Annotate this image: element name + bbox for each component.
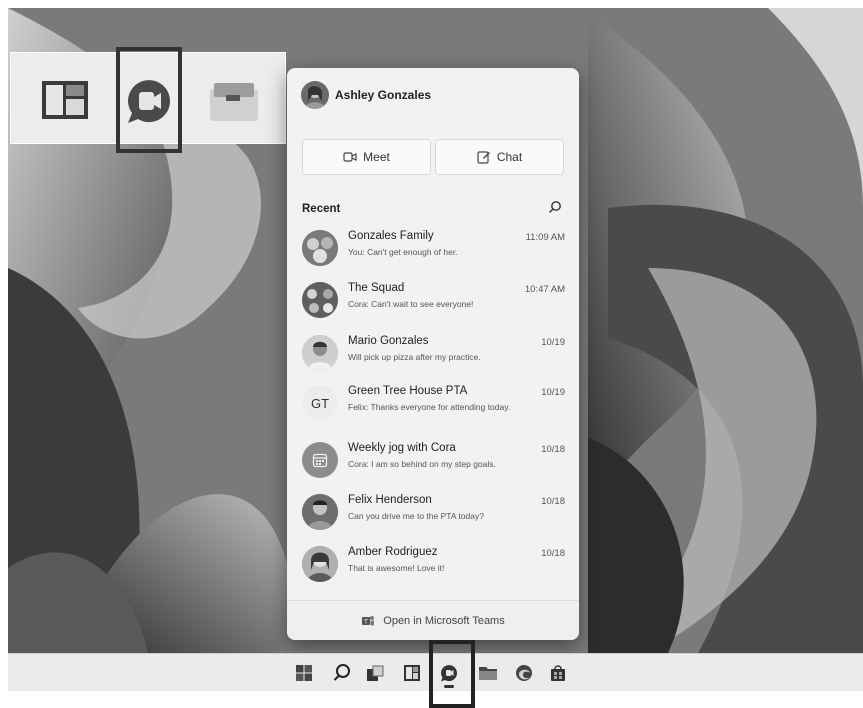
- meet-label: Meet: [363, 150, 390, 164]
- avatar-initials: GT: [310, 395, 330, 411]
- chat-name: Felix Henderson: [348, 494, 432, 506]
- initials-avatar: GT: [302, 385, 338, 421]
- task-view-icon[interactable]: [210, 81, 258, 126]
- flyout-header: Ashley Gonzales: [287, 68, 579, 124]
- start-icon[interactable]: [294, 663, 314, 683]
- teams-chat-flyout: Ashley Gonzales Meet Chat Recent Gonzale…: [287, 68, 579, 640]
- chat-time: 10/19: [541, 337, 565, 348]
- chat-row-the-squad[interactable]: The Squad Cora: Can't wait to see everyo…: [287, 278, 579, 328]
- group-avatar: [302, 230, 338, 266]
- widgets-icon[interactable]: [402, 663, 422, 683]
- svg-text:T: T: [364, 619, 368, 625]
- teams-icon: T: [362, 615, 375, 625]
- person-avatar: [302, 546, 338, 582]
- chat-row-mario-gonzales[interactable]: Mario Gonzales Will pick up pizza after …: [287, 331, 579, 381]
- compose-icon: [477, 151, 490, 164]
- chat-label: Chat: [496, 150, 523, 164]
- chat-time: 11:09 AM: [525, 232, 565, 243]
- calendar-avatar: [302, 442, 338, 478]
- chat-time: 10/19: [541, 387, 565, 398]
- chat-row-gonzales-family[interactable]: Gonzales Family You: Can't get enough of…: [287, 226, 579, 276]
- search-icon[interactable]: [332, 663, 352, 683]
- chat-row-amber-rodriguez[interactable]: Amber Rodriguez That is awesome! Love it…: [287, 542, 579, 592]
- open-in-teams-link[interactable]: T Open in Microsoft Teams: [287, 600, 579, 640]
- edge-icon[interactable]: [514, 663, 534, 683]
- chat-name: Gonzales Family: [348, 230, 434, 242]
- chat-icon-highlight: [116, 47, 182, 153]
- chat-name: Mario Gonzales: [348, 335, 429, 347]
- chat-preview: Cora: I am so behind on my step goals.: [348, 459, 496, 469]
- chat-name: Green Tree House PTA: [348, 385, 468, 397]
- chat-name: Amber Rodriguez: [348, 546, 438, 558]
- chat-preview: Cora: Can't wait to see everyone!: [348, 299, 474, 309]
- open-in-teams-label: Open in Microsoft Teams: [383, 614, 505, 627]
- chat-name: The Squad: [348, 282, 405, 294]
- person-avatar: [302, 494, 338, 530]
- chat-name: Weekly jog with Cora: [348, 442, 456, 454]
- chat-row-felix-henderson[interactable]: Felix Henderson Can you drive me to the …: [287, 490, 579, 540]
- recent-heading: Recent: [302, 203, 341, 215]
- meet-button[interactable]: Meet: [302, 139, 431, 175]
- chat-preview: Felix: Thanks everyone for attending tod…: [348, 402, 511, 412]
- widgets-icon[interactable]: [41, 80, 89, 125]
- person-avatar: [302, 335, 338, 371]
- user-avatar[interactable]: [301, 81, 329, 109]
- chat-row-weekly-jog[interactable]: Weekly jog with Cora Cora: I am so behin…: [287, 438, 579, 488]
- user-name: Ashley Gonzales: [335, 88, 432, 102]
- group-avatar: [302, 282, 338, 318]
- search-icon[interactable]: [548, 200, 562, 214]
- file-explorer-icon[interactable]: [478, 663, 498, 683]
- chat-time: 10:47 AM: [524, 284, 565, 295]
- store-icon[interactable]: [548, 663, 568, 683]
- task-view-icon[interactable]: [365, 663, 385, 683]
- chat-time: 10/18: [541, 444, 565, 455]
- chat-preview: That is awesome! Love it!: [348, 563, 445, 573]
- chat-time: 10/18: [541, 548, 565, 559]
- chat-time: 10/18: [541, 496, 565, 507]
- taskbar-chat-highlight: [429, 640, 475, 708]
- chat-row-green-tree-house-pta[interactable]: GT Green Tree House PTA Felix: Thanks ev…: [287, 381, 579, 431]
- calendar-icon: [312, 453, 328, 468]
- chat-preview: Will pick up pizza after my practice.: [348, 352, 481, 362]
- video-camera-icon: [343, 152, 357, 162]
- chat-button[interactable]: Chat: [435, 139, 564, 175]
- chat-preview: You: Can't get enough of her.: [348, 247, 458, 257]
- chat-preview: Can you drive me to the PTA today?: [348, 511, 484, 521]
